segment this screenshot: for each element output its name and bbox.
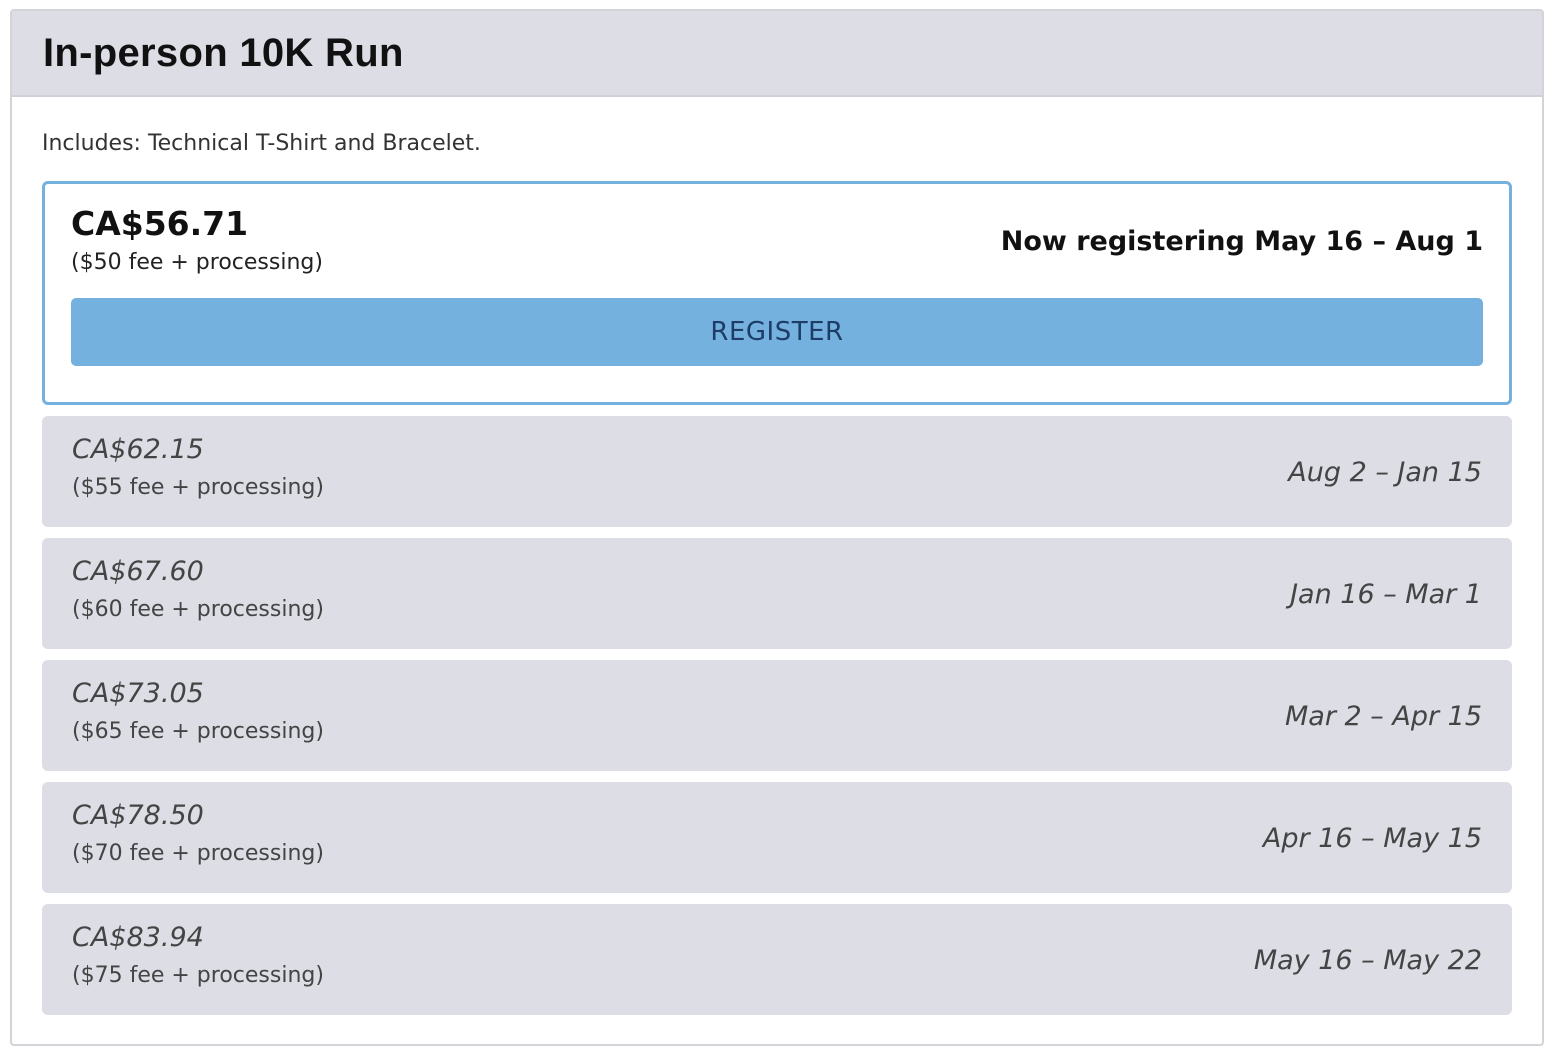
tier-price: CA$67.60	[72, 556, 204, 587]
tier-date-range: Apr 16 – May 15	[1262, 822, 1482, 854]
tier-date-range: May 16 – May 22	[1253, 944, 1482, 976]
tier-fee-note: ($70 fee + processing)	[72, 841, 324, 866]
price-tier: CA$67.60 ($60 fee + processing) Jan 16 –…	[42, 538, 1512, 649]
tier-price: CA$73.05	[72, 678, 204, 709]
tier-date-range: Jan 16 – Mar 1	[1290, 578, 1482, 610]
registration-card: In-person 10K Run Includes: Technical T-…	[10, 9, 1544, 1046]
includes-text: Includes: Technical T-Shirt and Bracelet…	[42, 131, 481, 156]
tier-pricing: CA$83.94 ($75 fee + processing)	[72, 921, 324, 991]
current-tier-pricing: CA$56.71 ($50 fee + processing)	[71, 204, 323, 278]
card-header: In-person 10K Run	[12, 11, 1542, 97]
tier-pricing: CA$62.15 ($55 fee + processing)	[72, 433, 324, 503]
tier-price: CA$62.15	[72, 434, 204, 465]
current-price: CA$56.71	[71, 204, 249, 243]
tier-date-range: Aug 2 – Jan 15	[1288, 456, 1482, 488]
tier-fee-note: ($65 fee + processing)	[72, 719, 324, 744]
tier-pricing: CA$73.05 ($65 fee + processing)	[72, 677, 324, 747]
price-tier: CA$73.05 ($65 fee + processing) Mar 2 – …	[42, 660, 1512, 771]
price-tier: CA$62.15 ($55 fee + processing) Aug 2 – …	[42, 416, 1512, 527]
price-tier: CA$78.50 ($70 fee + processing) Apr 16 –…	[42, 782, 1512, 893]
tier-pricing: CA$67.60 ($60 fee + processing)	[72, 555, 324, 625]
tier-fee-note: ($75 fee + processing)	[72, 963, 324, 988]
tier-price: CA$83.94	[72, 922, 204, 953]
card-body: Includes: Technical T-Shirt and Bracelet…	[12, 131, 1542, 1015]
event-title: In-person 10K Run	[43, 30, 404, 75]
tier-date-range: Mar 2 – Apr 15	[1284, 700, 1482, 732]
current-registration-window: Now registering May 16 – Aug 1	[1000, 225, 1483, 257]
future-price-tiers: CA$62.15 ($55 fee + processing) Aug 2 – …	[42, 416, 1512, 1015]
tier-fee-note: ($60 fee + processing)	[72, 597, 324, 622]
tier-pricing: CA$78.50 ($70 fee + processing)	[72, 799, 324, 869]
current-price-tier: CA$56.71 ($50 fee + processing) Now regi…	[42, 181, 1512, 405]
price-tier: CA$83.94 ($75 fee + processing) May 16 –…	[42, 904, 1512, 1015]
tier-fee-note: ($55 fee + processing)	[72, 475, 324, 500]
register-button[interactable]: REGISTER	[71, 298, 1483, 366]
current-fee-note: ($50 fee + processing)	[71, 250, 323, 275]
tier-price: CA$78.50	[72, 800, 204, 831]
current-tier-info: CA$56.71 ($50 fee + processing) Now regi…	[71, 204, 1483, 278]
